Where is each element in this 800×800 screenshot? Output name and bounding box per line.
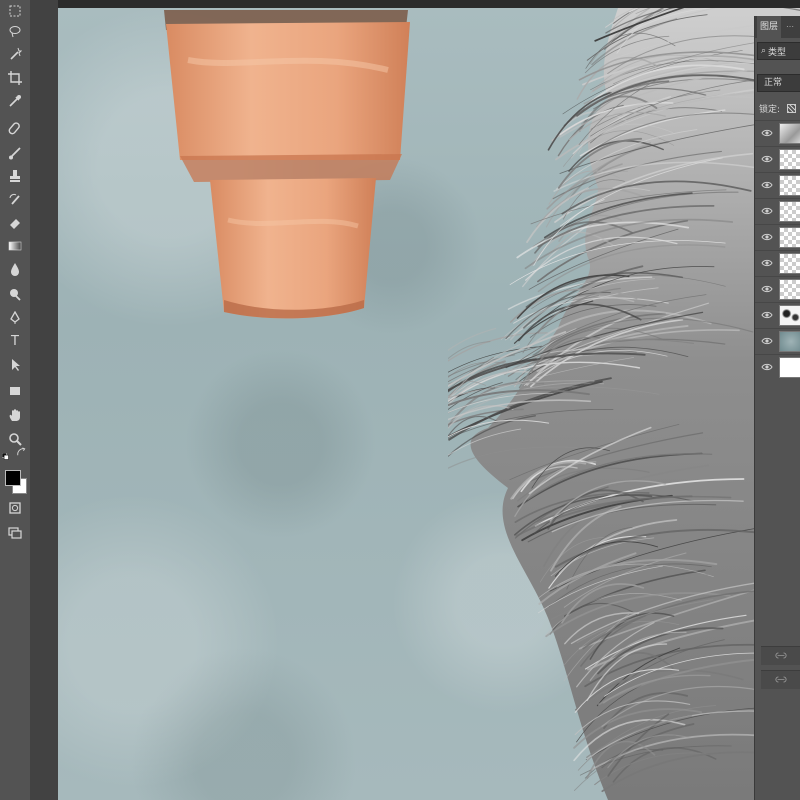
eraser-tool-icon[interactable] [0, 212, 30, 234]
hand-tool-icon[interactable] [0, 404, 30, 426]
visibility-eye-icon[interactable] [761, 309, 773, 321]
visibility-eye-icon[interactable] [761, 361, 773, 373]
layer-thumbnail[interactable] [779, 253, 800, 274]
visibility-eye-icon[interactable] [761, 179, 773, 191]
brush-tool-icon[interactable] [0, 142, 30, 164]
flower-pot-illustration [164, 10, 410, 319]
link-layers-button-2[interactable] [761, 670, 800, 689]
dodge-tool-icon[interactable] [0, 283, 30, 305]
screen-mode-icon[interactable] [0, 522, 30, 544]
panel-tab-bar: 图层 ⋯ [755, 16, 800, 38]
layer-row[interactable] [755, 146, 800, 171]
clone-stamp-tool-icon[interactable] [0, 165, 30, 187]
layer-filter-field[interactable]: ⌕ 类型 [757, 42, 800, 60]
layer-row[interactable] [755, 224, 800, 249]
lock-label: 锁定: [759, 105, 781, 115]
visibility-eye-icon[interactable] [761, 257, 773, 269]
layer-thumbnail[interactable] [779, 123, 800, 144]
path-selection-tool-icon[interactable] [0, 354, 30, 376]
visibility-eye-icon[interactable] [761, 335, 773, 347]
healing-brush-tool-icon[interactable] [0, 118, 30, 140]
eyedropper-tool-icon[interactable] [0, 90, 30, 112]
quick-mask-icon[interactable] [0, 497, 30, 519]
layer-row[interactable] [755, 250, 800, 275]
history-brush-tool-icon[interactable] [0, 189, 30, 211]
layers-panel: 图层 ⋯ ⌕ 类型 正常 锁定: [754, 16, 800, 800]
blend-mode-select[interactable]: 正常 [757, 74, 800, 92]
layer-row[interactable] [755, 198, 800, 223]
layer-row[interactable] [755, 120, 800, 145]
default-colors-icon[interactable] [1, 448, 16, 462]
search-icon: ⌕ [761, 46, 767, 56]
visibility-eye-icon[interactable] [761, 153, 773, 165]
fur-brush-strokes [448, 8, 800, 800]
blur-tool-icon[interactable] [0, 258, 30, 280]
link-layers-button[interactable] [761, 646, 800, 665]
crop-tool-icon[interactable] [0, 67, 30, 89]
pen-tool-icon[interactable] [0, 307, 30, 329]
visibility-eye-icon[interactable] [761, 231, 773, 243]
layer-row[interactable] [755, 276, 800, 301]
layer-row[interactable] [755, 354, 800, 379]
filter-kind-label: 类型 [768, 47, 787, 58]
tab-layers[interactable]: 图层 [757, 16, 782, 38]
tab-channels[interactable]: ⋯ [783, 16, 797, 38]
layer-thumbnail[interactable] [779, 357, 800, 378]
gradient-tool-icon[interactable] [0, 235, 30, 257]
layer-thumbnail[interactable] [779, 201, 800, 222]
lock-transparency-icon[interactable] [787, 104, 796, 113]
toolbar-gutter [30, 0, 58, 800]
layer-thumbnail[interactable] [779, 279, 800, 300]
layer-row[interactable] [755, 302, 800, 327]
canvas-top-gap [58, 0, 800, 8]
rectangle-tool-icon[interactable] [0, 380, 30, 402]
layer-thumbnail[interactable] [779, 175, 800, 196]
visibility-eye-icon[interactable] [761, 205, 773, 217]
layer-thumbnail[interactable] [779, 227, 800, 248]
layer-row[interactable] [755, 328, 800, 353]
layer-thumbnail[interactable] [779, 331, 800, 352]
visibility-eye-icon[interactable] [761, 127, 773, 139]
photoshop-window: T 图层 ⋯ ⌕ 类型 正常 锁定: [0, 0, 800, 800]
layer-thumbnail[interactable] [779, 305, 800, 326]
fur-stroke [448, 327, 497, 352]
visibility-eye-icon[interactable] [761, 283, 773, 295]
type-tool-icon[interactable]: T [0, 330, 30, 352]
magic-wand-tool-icon[interactable] [0, 43, 30, 65]
foreground-color-swatch[interactable] [5, 470, 21, 486]
tools-panel: T [0, 0, 31, 800]
document-canvas[interactable] [58, 8, 800, 800]
marquee-tool-icon[interactable] [0, 0, 30, 22]
layer-row[interactable] [755, 172, 800, 197]
lasso-tool-icon[interactable] [0, 20, 30, 42]
swap-colors-icon[interactable] [16, 447, 28, 459]
layer-thumbnail[interactable] [779, 149, 800, 170]
